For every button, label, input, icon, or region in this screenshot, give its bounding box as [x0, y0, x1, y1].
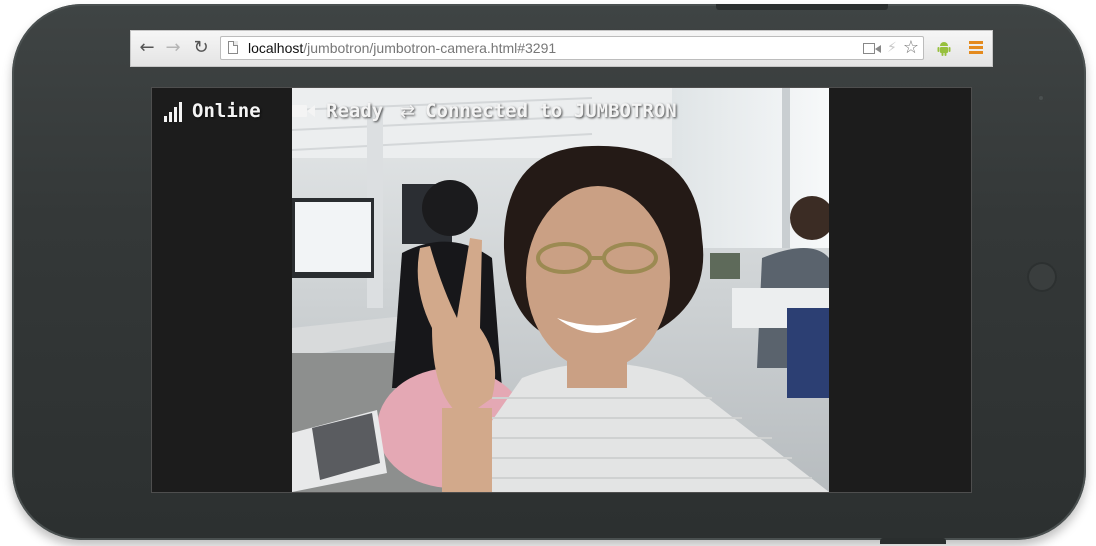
ready-status: Ready [292, 100, 383, 122]
front-sensor [1037, 94, 1045, 102]
camera-video-feed [292, 88, 829, 492]
connection-status: ⇄ Connected to JUMBOTRON [400, 100, 677, 122]
home-button[interactable] [1027, 262, 1057, 292]
online-status: Online [164, 100, 261, 122]
android-icon[interactable] [937, 40, 951, 56]
video-camera-icon [292, 104, 316, 118]
reload-icon[interactable]: ↻ [191, 38, 211, 58]
url-path: /jumbotron/jumbotron-camera.html#3291 [303, 40, 557, 56]
page-icon [228, 41, 238, 54]
address-bar[interactable]: localhost/jumbotron/jumbotron-camera.htm… [220, 36, 924, 60]
camera-frame-image [292, 88, 829, 492]
browser-toolbar: ← → ↻ localhost/jumbotron/jumbotron-came… [130, 30, 993, 67]
menu-icon[interactable] [969, 41, 983, 55]
power-button [716, 4, 888, 10]
ready-label: Ready [326, 100, 384, 122]
back-arrow-icon[interactable]: ← [137, 38, 157, 58]
camera-icon[interactable] [863, 42, 882, 54]
signal-bars-icon [164, 102, 182, 122]
bookmark-star-icon[interactable]: ☆ [903, 39, 919, 57]
address-bar-icons: ⚡ ☆ [863, 39, 919, 57]
online-label: Online [192, 100, 261, 122]
swap-arrows-icon: ⇄ [400, 100, 416, 122]
volume-button [880, 538, 946, 544]
connection-label: Connected to JUMBOTRON [425, 100, 677, 122]
lightning-icon[interactable]: ⚡ [887, 40, 897, 56]
url-text[interactable]: localhost/jumbotron/jumbotron-camera.htm… [248, 40, 556, 56]
forward-arrow-icon[interactable]: → [163, 38, 183, 58]
url-host: localhost [248, 40, 304, 56]
